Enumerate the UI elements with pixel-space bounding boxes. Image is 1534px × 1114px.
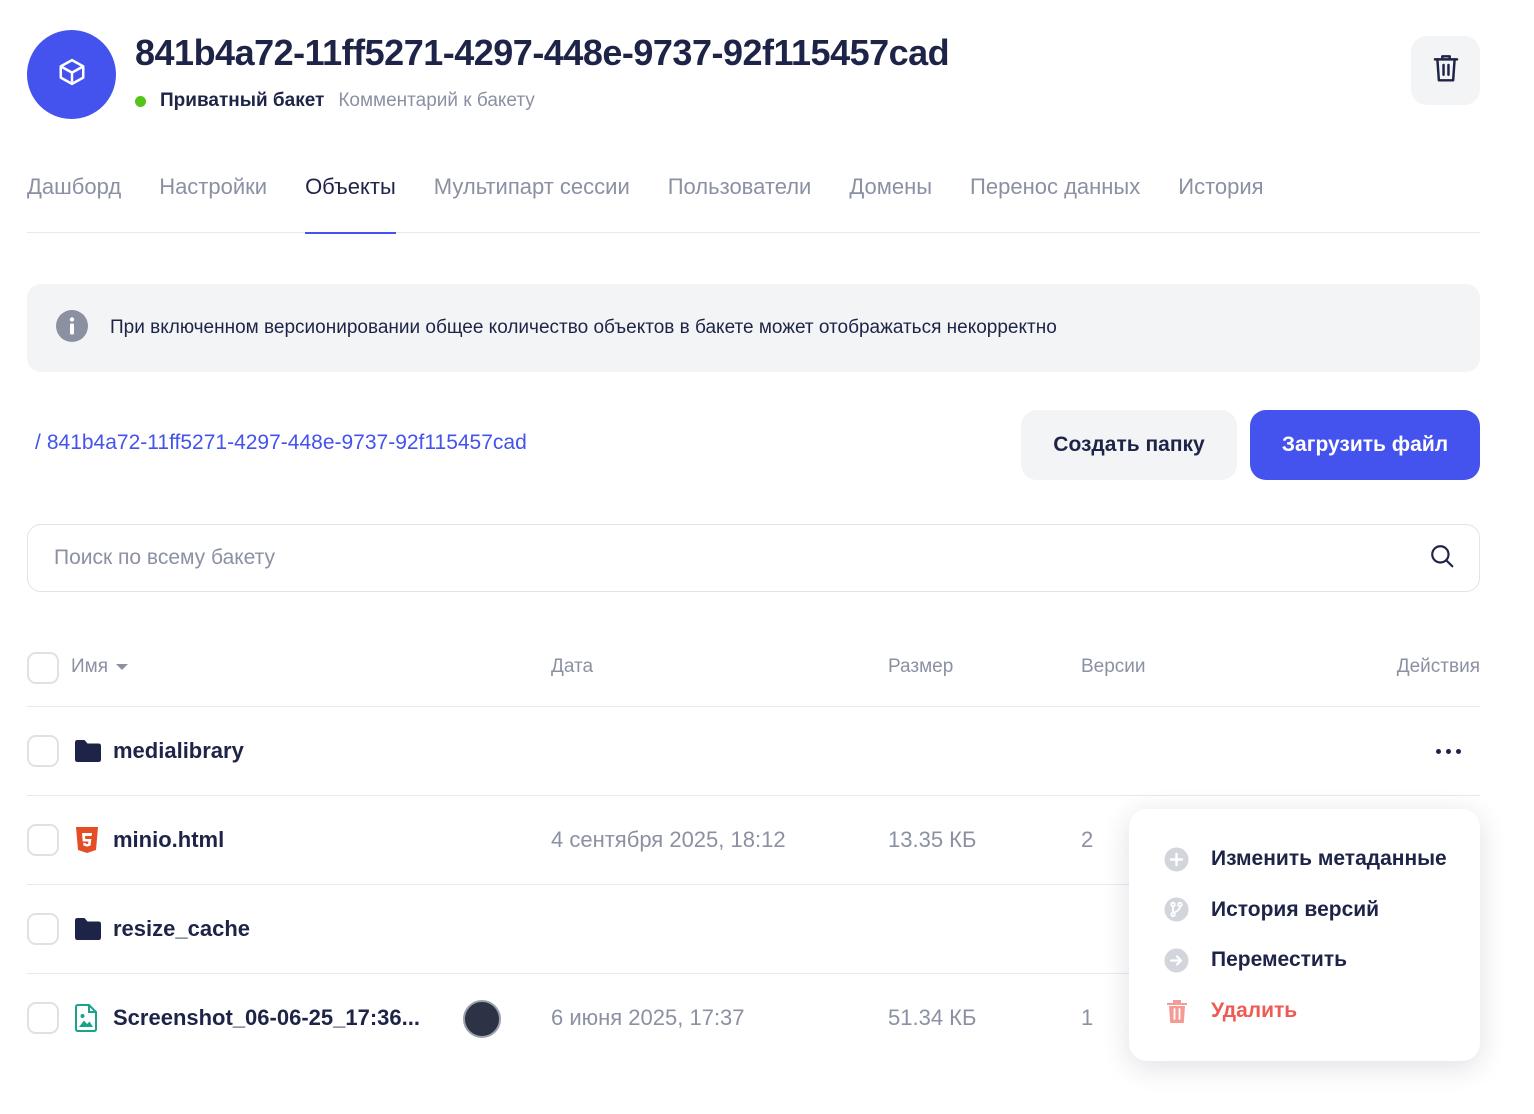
breadcrumb-root-link[interactable]: 841b4a72-11ff5271-4297-448e-9737-92f1154… <box>47 431 527 454</box>
row-name[interactable]: resize_cache <box>113 916 250 942</box>
branch-icon <box>1164 897 1189 922</box>
dot <box>1445 748 1451 754</box>
bucket-comment-link[interactable]: Комментарий к бакету <box>338 90 534 112</box>
row-checkbox[interactable] <box>27 913 59 945</box>
sort-by-name[interactable]: Имя <box>71 656 129 678</box>
image-file-icon <box>74 1004 102 1032</box>
arrow-right-circle-icon <box>1164 948 1189 973</box>
breadcrumb: / 841b4a72-11ff5271-4297-448e-9737-92f115… <box>35 431 527 455</box>
column-versions-label: Версии <box>1081 656 1146 677</box>
table-header: Имя Дата Размер Версии Действия <box>27 624 1480 707</box>
folder-icon <box>74 737 102 765</box>
column-actions-label: Действия <box>1396 656 1480 677</box>
menu-item-label: Изменить метаданные <box>1211 847 1447 871</box>
sort-caret-icon <box>116 664 129 670</box>
row-checkbox[interactable] <box>27 824 59 856</box>
menu-item-label: Переместить <box>1211 948 1348 972</box>
column-name-label: Имя <box>71 656 109 677</box>
notice-text: При включенном версионировании общее кол… <box>110 317 1057 338</box>
search-icon[interactable] <box>1429 543 1455 574</box>
tab-settings[interactable]: Настройки <box>159 150 267 233</box>
html5-icon <box>74 826 102 854</box>
cube-icon <box>57 57 87 92</box>
tab-multipart-sessions[interactable]: Мультипарт сессии <box>434 150 630 233</box>
bucket-header: 841b4a72-11ff5271-4297-448e-9737-92f1154… <box>27 30 1480 120</box>
menu-item-label: История версий <box>1211 897 1380 921</box>
trash-icon <box>1431 52 1461 89</box>
row-context-menu: Изменить метаданные История версий Перем… <box>1129 809 1480 1061</box>
row-name[interactable]: minio.html <box>113 827 224 853</box>
menu-item-delete[interactable]: Удалить <box>1129 986 1480 1037</box>
tab-domains[interactable]: Домены <box>849 150 932 233</box>
row-versions: 1 <box>1081 1005 1094 1030</box>
bucket-status: Приватный бакет <box>160 90 325 111</box>
tab-dashboard[interactable]: Дашборд <box>27 150 121 233</box>
menu-item-edit-metadata[interactable]: Изменить метаданные <box>1129 834 1480 885</box>
search-input[interactable] <box>54 546 1429 570</box>
table-row[interactable]: medialibrary <box>27 707 1480 796</box>
menu-item-version-history[interactable]: История версий <box>1129 885 1480 936</box>
status-dot <box>135 95 146 107</box>
row-name[interactable]: Screenshot_06-06-25_17:36... <box>113 1005 420 1031</box>
info-icon <box>56 309 88 347</box>
row-size: 13.35 КБ <box>888 827 977 852</box>
bucket-meta: Приватный бакет Комментарий к бакету <box>135 90 535 112</box>
menu-item-label: Удалить <box>1211 998 1298 1022</box>
plus-circle-icon <box>1164 847 1189 872</box>
tab-history[interactable]: История <box>1178 150 1263 233</box>
create-folder-button[interactable]: Создать папку <box>1021 410 1237 480</box>
tab-users[interactable]: Пользователи <box>668 150 812 233</box>
select-all-checkbox[interactable] <box>27 652 59 684</box>
dot <box>1435 748 1441 754</box>
row-versions: 2 <box>1081 827 1094 852</box>
search-box <box>27 524 1480 592</box>
row-checkbox[interactable] <box>27 735 59 767</box>
upload-file-button[interactable]: Загрузить файл <box>1250 410 1480 480</box>
delete-bucket-button[interactable] <box>1411 36 1480 105</box>
bucket-avatar <box>27 30 116 119</box>
menu-item-move[interactable]: Переместить <box>1129 935 1480 986</box>
trash-icon <box>1164 998 1189 1023</box>
breadcrumb-separator: / <box>35 431 41 454</box>
tabs-bar: Дашборд Настройки Объекты Мультипарт сес… <box>27 150 1480 234</box>
tab-objects[interactable]: Объекты <box>305 150 396 234</box>
dot <box>1455 748 1461 754</box>
row-date: 4 сентября 2025, 18:12 <box>551 827 786 852</box>
column-date-label: Дата <box>551 656 594 677</box>
row-size: 51.34 КБ <box>888 1005 977 1030</box>
image-preview-thumbnail[interactable] <box>463 1000 501 1038</box>
row-name[interactable]: medialibrary <box>113 738 244 764</box>
folder-icon <box>74 915 102 943</box>
row-checkbox[interactable] <box>27 1002 59 1034</box>
row-actions-button[interactable] <box>1428 735 1468 767</box>
info-notice: При включенном версионировании общее кол… <box>27 284 1480 372</box>
bucket-title: 841b4a72-11ff5271-4297-448e-9737-92f1154… <box>135 32 950 73</box>
tab-data-transfer[interactable]: Перенос данных <box>970 150 1140 233</box>
row-date: 6 июня 2025, 17:37 <box>551 1005 745 1030</box>
column-size-label: Размер <box>888 656 954 677</box>
